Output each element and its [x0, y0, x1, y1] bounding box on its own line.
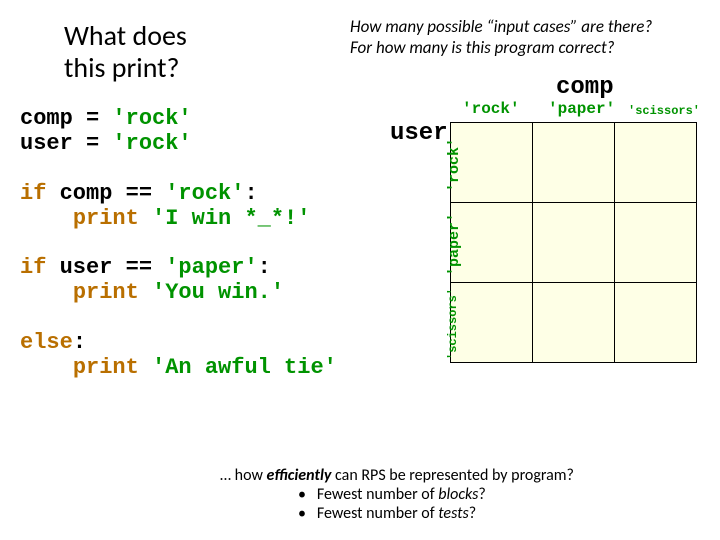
question-line-2: For how many is this program correct?	[350, 37, 652, 58]
code-sp	[139, 206, 152, 231]
code-sp	[139, 355, 152, 380]
b2-lead: Fewest number of	[317, 504, 438, 523]
axis-label-user: user	[390, 120, 448, 147]
grid-cell	[615, 283, 697, 363]
code-str: 'An awful tie'	[152, 355, 337, 380]
code-str: 'rock'	[112, 106, 191, 131]
grid-col-headers: 'rock' 'paper' 'scissors'	[450, 100, 704, 122]
row-header-scissors: 'scissors'	[446, 288, 460, 360]
code-kw: print	[73, 206, 139, 231]
b1-lead: Fewest number of	[317, 485, 438, 504]
question-line-1: How many possible “input cases” are ther…	[350, 16, 652, 37]
code-kw: print	[73, 355, 139, 380]
code-var: user	[20, 131, 73, 156]
code-colon: :	[244, 181, 257, 206]
grid-cell	[533, 203, 615, 283]
footer-bullet-2: • Fewest number of tests?	[220, 504, 574, 523]
code-indent	[20, 206, 73, 231]
title-line-1: What does	[64, 20, 187, 52]
code-op: ==	[126, 181, 152, 206]
prompt-question: How many possible “input cases” are ther…	[350, 16, 652, 59]
grid-cell	[533, 123, 615, 203]
footer-notes: … how efficiently can RPS be represented…	[220, 466, 574, 523]
code-text: comp	[46, 181, 125, 206]
footer-lead: … how	[220, 466, 267, 485]
code-text: user	[46, 255, 125, 280]
b1-tail: ?	[478, 485, 485, 504]
code-kw: if	[20, 255, 46, 280]
col-header-scissors: 'scissors'	[628, 104, 700, 118]
code-str: 'rock'	[112, 131, 191, 156]
code-indent	[20, 280, 73, 305]
code-kw: if	[20, 181, 46, 206]
bullet-icon: •	[298, 485, 306, 504]
code-str: 'You win.'	[152, 280, 284, 305]
b2-em: tests	[438, 504, 468, 523]
table-row	[451, 203, 697, 283]
grid-cell	[533, 283, 615, 363]
col-header-rock: 'rock'	[462, 100, 520, 118]
b1-em: blocks	[438, 485, 478, 504]
grid-table	[450, 122, 697, 363]
table-row	[451, 283, 697, 363]
grid-cell	[615, 203, 697, 283]
slide-title: What does this print?	[64, 20, 187, 84]
slide-canvas: What does this print? How many possible …	[0, 0, 720, 540]
code-op: =	[73, 106, 113, 131]
code-block-2: if comp == 'rock': print 'I win *_*!'	[20, 181, 337, 232]
code-indent	[20, 355, 73, 380]
footer-rest: can RPS be represented by program?	[331, 466, 574, 485]
code-colon: :	[258, 255, 271, 280]
grid-cell	[451, 283, 533, 363]
code-listing: comp = 'rock' user = 'rock' if comp == '…	[20, 106, 337, 404]
code-block-4: else: print 'An awful tie'	[20, 330, 337, 381]
code-sp	[139, 280, 152, 305]
code-block-1: comp = 'rock' user = 'rock'	[20, 106, 337, 157]
code-str: 'I win *_*!'	[152, 206, 310, 231]
code-kw: else	[20, 330, 73, 355]
footer-line-1: … how efficiently can RPS be represented…	[220, 466, 574, 485]
footer-em: efficiently	[267, 466, 332, 485]
outcome-grid: 'rock' 'paper' 'scissors'	[450, 100, 704, 363]
table-row	[451, 123, 697, 203]
code-str: 'rock'	[165, 181, 244, 206]
code-op: ==	[126, 255, 152, 280]
code-colon: :	[73, 330, 86, 355]
footer-bullet-1: • Fewest number of blocks?	[220, 485, 574, 504]
col-header-paper: 'paper'	[548, 100, 615, 118]
axis-label-comp: comp	[556, 74, 614, 101]
b2-tail: ?	[469, 504, 476, 523]
code-kw: print	[73, 280, 139, 305]
code-text	[152, 255, 165, 280]
code-block-3: if user == 'paper': print 'You win.'	[20, 255, 337, 306]
row-header-rock: 'rock'	[446, 138, 463, 192]
bullet-icon: •	[298, 504, 306, 523]
grid-cell	[615, 123, 697, 203]
code-op: =	[73, 131, 113, 156]
code-text	[152, 181, 165, 206]
title-line-2: this print?	[64, 52, 187, 84]
code-var: comp	[20, 106, 73, 131]
row-header-paper: 'paper'	[446, 213, 463, 276]
code-str: 'paper'	[165, 255, 257, 280]
